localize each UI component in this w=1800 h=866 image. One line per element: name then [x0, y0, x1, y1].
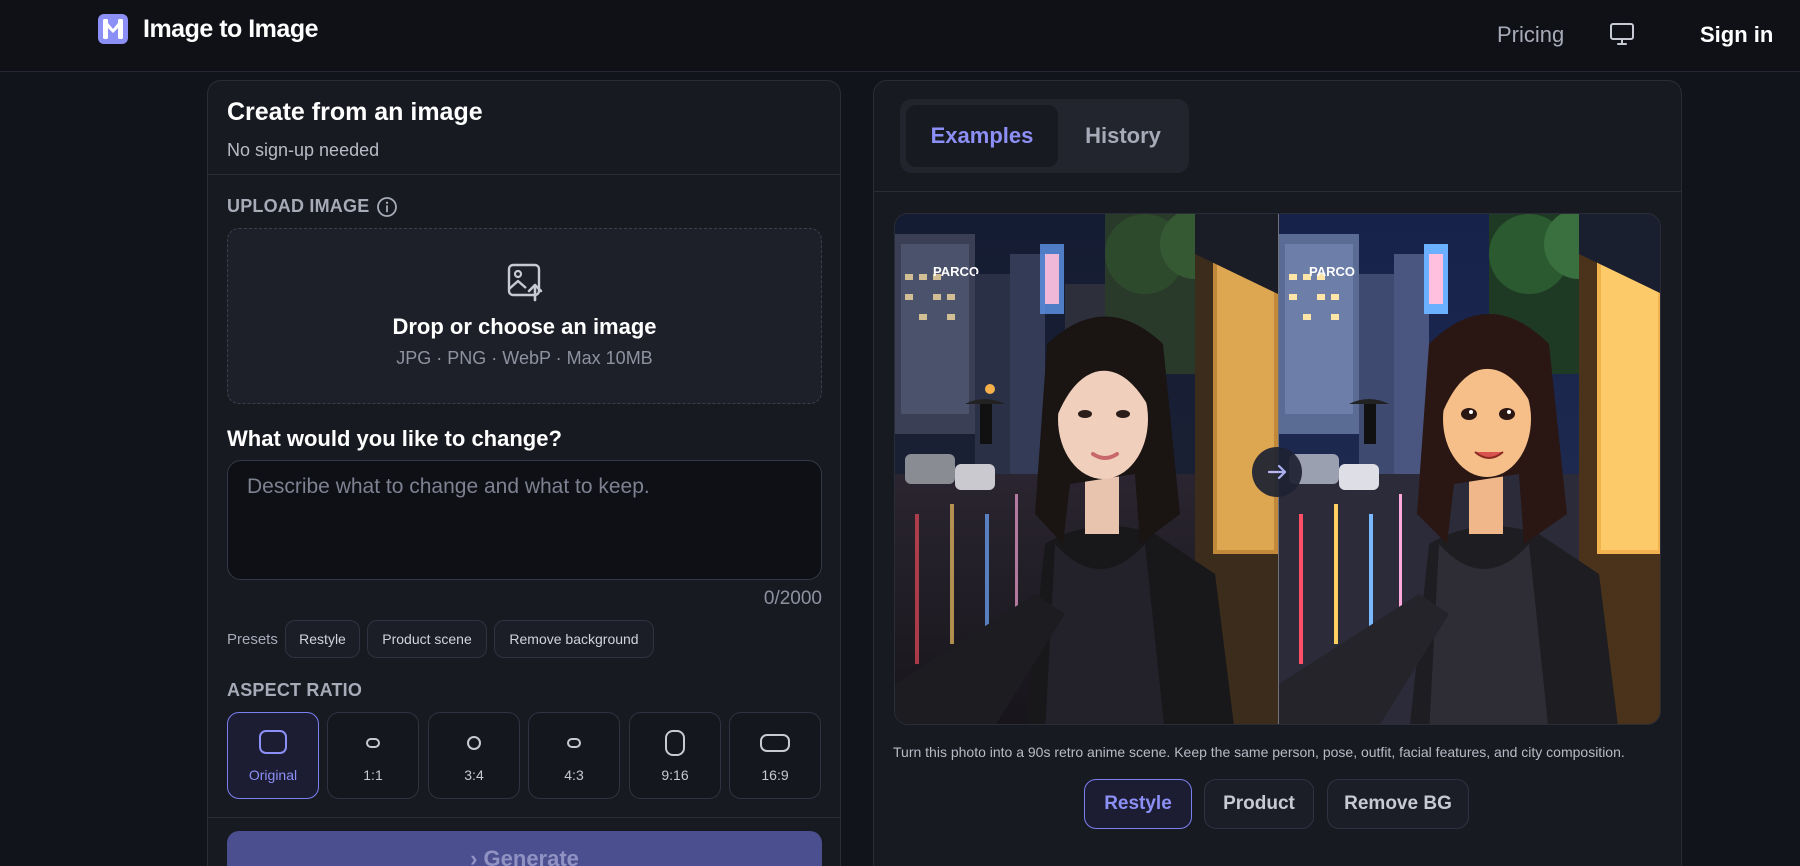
generate-label: Generate — [483, 846, 579, 866]
image-upload-icon — [507, 263, 543, 302]
ratio-shape-icon — [567, 738, 581, 748]
ratio-option-label: 16:9 — [761, 767, 789, 783]
dropzone-title: Drop or choose an image — [392, 314, 657, 339]
ratio-option-label: Original — [248, 767, 298, 783]
chevron-right-icon: › — [470, 846, 484, 866]
change-prompt-label: What would you like to change? — [227, 426, 562, 451]
generate-button[interactable]: › Generate — [227, 831, 822, 866]
ratio-option-9-16[interactable]: 9:16 — [629, 712, 721, 799]
create-panel: Create from an image No sign-up needed U… — [207, 80, 841, 866]
brand-name[interactable]: Image to Image — [143, 14, 319, 44]
dropzone-hint: JPG · PNG · WebP · Max 10MB — [396, 348, 653, 368]
tab-examples[interactable]: Examples — [906, 105, 1058, 167]
tab-bar: Examples History — [900, 99, 1189, 173]
ratio-option-label: 1:1 — [363, 767, 383, 783]
store-sign-text: PARCO — [933, 264, 979, 279]
change-prompt-input[interactable] — [227, 460, 822, 580]
ratio-shape-icon — [366, 738, 380, 748]
comparison-handle[interactable] — [1252, 447, 1302, 497]
ratio-option-4-3[interactable]: 4:3 — [528, 712, 620, 799]
example-caption: Turn this photo into a 90s retro anime s… — [893, 744, 1625, 760]
preset-product-scene-button[interactable]: Product scene — [367, 620, 487, 658]
brand-logo-icon[interactable] — [98, 14, 128, 44]
sign-in-link[interactable]: Sign in — [1700, 20, 1773, 50]
nav-pricing-link[interactable]: Pricing — [1497, 20, 1564, 50]
monitor-icon[interactable] — [1609, 22, 1635, 46]
before-after-comparison[interactable]: PARCO PARCO — [894, 213, 1661, 725]
divider — [874, 191, 1681, 192]
ratio-shape-icon — [467, 736, 481, 750]
mode-remove-bg-button[interactable]: Remove BG — [1327, 779, 1469, 829]
character-counter: 0/2000 — [763, 588, 822, 609]
image-dropzone[interactable]: Drop or choose an image JPG · PNG · WebP… — [227, 228, 822, 404]
ratio-option-1-1[interactable]: 1:1 — [327, 712, 419, 799]
info-icon[interactable] — [376, 196, 398, 218]
preset-remove-background-button[interactable]: Remove background — [494, 620, 654, 658]
ratio-option-label: 9:16 — [661, 767, 689, 783]
ratio-option-original[interactable]: Original — [227, 712, 319, 799]
upload-label: UPLOAD IMAGE — [227, 196, 370, 216]
after-anime: PARCO — [1279, 214, 1660, 724]
examples-panel: Examples History PARCO PARCO Turn this p… — [873, 80, 1682, 866]
ratio-shape-icon — [665, 730, 685, 756]
presets-label: Presets — [227, 631, 278, 648]
panel-subtitle: No sign-up needed — [227, 140, 380, 160]
ratio-option-3-4[interactable]: 3:4 — [428, 712, 520, 799]
ratio-option-label: 3:4 — [464, 767, 484, 783]
tab-history[interactable]: History — [1062, 105, 1184, 167]
panel-title: Create from an image — [227, 98, 483, 126]
divider — [208, 174, 840, 175]
mode-product-button[interactable]: Product — [1204, 779, 1314, 829]
ratio-shape-icon — [259, 730, 287, 754]
arrow-right-icon — [1267, 464, 1287, 480]
store-sign-text: PARCO — [1309, 264, 1355, 279]
ratio-option-16-9[interactable]: 16:9 — [729, 712, 821, 799]
ratio-shape-icon — [760, 734, 790, 752]
mode-restyle-button[interactable]: Restyle — [1084, 779, 1192, 829]
top-bar: Image to Image Pricing Sign in — [0, 0, 1800, 72]
before-photo: PARCO — [895, 214, 1278, 724]
divider — [208, 817, 840, 818]
aspect-ratio-label: ASPECT RATIO — [227, 680, 363, 700]
ratio-option-label: 4:3 — [564, 767, 584, 783]
preset-restyle-button[interactable]: Restyle — [285, 620, 360, 658]
